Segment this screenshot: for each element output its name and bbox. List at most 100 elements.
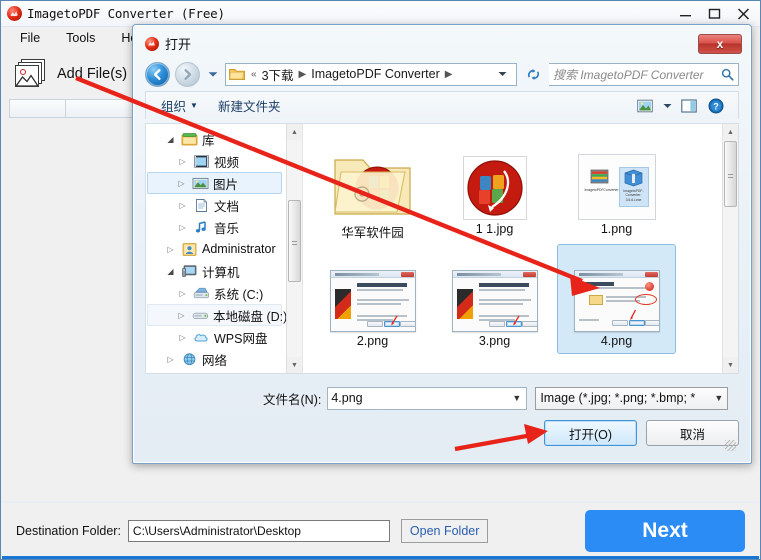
tree-item-system-c[interactable]: ▷ 系统 (C:) bbox=[148, 282, 284, 304]
close-icon[interactable] bbox=[729, 3, 758, 25]
file-grid: 华军软件园 1 1.jpg ImagetoPDFConverter.rar Im… bbox=[303, 124, 722, 373]
back-arrow-icon[interactable] bbox=[145, 61, 170, 87]
file-item-3png[interactable]: 3.png bbox=[435, 244, 554, 354]
add-image-icon bbox=[15, 59, 48, 89]
tree-item-label: 库 bbox=[202, 133, 215, 148]
tree-item-label: 文档 bbox=[214, 199, 240, 214]
tree-item-music[interactable]: ▷ 音乐 bbox=[148, 216, 284, 238]
maximize-icon[interactable] bbox=[700, 3, 729, 25]
scroll-down-icon[interactable]: ▼ bbox=[287, 357, 302, 373]
filename-input[interactable]: 4.png ▼ bbox=[327, 386, 528, 410]
expander-icon[interactable]: ◢ bbox=[164, 267, 177, 276]
tree-item-label: 计算机 bbox=[202, 265, 240, 280]
tree-scrollbar[interactable]: ▲ ▼ bbox=[286, 124, 302, 373]
file-item-4png[interactable]: 4.png bbox=[557, 244, 676, 354]
file-item-row3-1[interactable] bbox=[313, 356, 432, 373]
screenshot-thumbnail: ImagetoPDFConverter.rar ImagetoPDF-Conve… bbox=[577, 154, 656, 220]
tree-item-videos[interactable]: ▷ 视频 bbox=[148, 150, 284, 172]
tree-scrollbar-thumb[interactable] bbox=[288, 200, 301, 282]
next-button[interactable]: Next bbox=[585, 509, 745, 552]
dialog-close-button[interactable]: x bbox=[698, 33, 742, 54]
tree-item-label: 网络 bbox=[202, 353, 228, 368]
scroll-down-icon[interactable]: ▼ bbox=[723, 357, 738, 373]
expander-icon[interactable]: ▷ bbox=[164, 245, 177, 254]
file-item-row3-3[interactable] bbox=[557, 356, 676, 373]
add-files-button[interactable]: Add File(s) bbox=[15, 59, 127, 89]
app-bottom-bar: Destination Folder: C:\Users\Administrat… bbox=[2, 501, 759, 558]
refresh-icon[interactable] bbox=[522, 63, 544, 86]
file-item-2png[interactable]: 2.png bbox=[313, 244, 432, 354]
organize-button[interactable]: 组织 ▼ bbox=[152, 93, 207, 118]
tree-item-label: Administrator bbox=[202, 242, 276, 256]
file-type-filter-combo[interactable]: Image (*.jpg; *.png; *.bmp; * ▼ bbox=[535, 386, 729, 410]
navigation-tree[interactable]: ◢ 库 ▷ 视频 ▷ 图片 ▷ 文档 ▷ 音乐 ▷ Administrator … bbox=[146, 124, 303, 373]
help-icon[interactable]: ? bbox=[704, 95, 728, 116]
file-item-1png[interactable]: ImagetoPDFConverter.rar ImagetoPDF-Conve… bbox=[557, 132, 676, 242]
expander-icon[interactable]: ▷ bbox=[176, 223, 189, 232]
file-label: 2.png bbox=[356, 334, 389, 348]
folder-icon bbox=[229, 67, 245, 81]
expander-icon[interactable]: ◢ bbox=[164, 135, 177, 144]
scroll-up-icon[interactable]: ▲ bbox=[287, 124, 302, 140]
new-folder-button[interactable]: 新建文件夹 bbox=[209, 93, 290, 118]
expander-icon[interactable]: ▷ bbox=[176, 157, 189, 166]
search-input[interactable]: 搜索 ImagetoPDF Converter bbox=[553, 66, 721, 83]
tree-item-network[interactable]: ▷ 网络 bbox=[148, 348, 284, 370]
expander-icon[interactable]: ▷ bbox=[176, 333, 189, 342]
chevron-down-icon[interactable] bbox=[205, 63, 220, 85]
forward-arrow-icon[interactable] bbox=[175, 61, 200, 87]
expander-icon[interactable]: ▷ bbox=[175, 179, 188, 188]
open-button[interactable]: 打开(O) bbox=[544, 420, 637, 446]
destination-folder-input[interactable]: C:\Users\Administrator\Desktop bbox=[127, 519, 390, 542]
tree-item-documents[interactable]: ▷ 文档 bbox=[148, 194, 284, 216]
resize-grip[interactable] bbox=[725, 440, 736, 451]
tree-item-label: 视频 bbox=[214, 155, 240, 170]
filename-label: 文件名(N): bbox=[263, 392, 322, 407]
tree-item-administrator[interactable]: ▷ Administrator bbox=[148, 238, 284, 260]
expander-icon[interactable]: ▷ bbox=[176, 201, 189, 210]
tree-item-libraries[interactable]: ◢ 库 bbox=[148, 128, 284, 150]
scroll-up-icon[interactable]: ▲ bbox=[723, 124, 738, 140]
tree-item-wps-cloud[interactable]: ▷ WPS网盘 bbox=[148, 326, 284, 348]
chevron-down-icon[interactable]: ▼ bbox=[512, 393, 523, 403]
tree-item-local-disk-d[interactable]: ▷ 本地磁盘 (D:) bbox=[147, 304, 287, 326]
chevron-down-icon[interactable] bbox=[660, 95, 674, 116]
breadcrumb-separator-end[interactable]: ▶ bbox=[442, 69, 456, 80]
menu-item-file[interactable]: File bbox=[9, 28, 51, 48]
chevron-down-icon[interactable]: ▼ bbox=[711, 393, 723, 403]
open-file-dialog: 打开 x « 3下载 ▶ ImagetoPDF Converter ▶ 搜索 I… bbox=[132, 24, 752, 464]
preview-pane-icon[interactable] bbox=[677, 95, 701, 116]
column-header-1[interactable] bbox=[10, 100, 66, 117]
breadcrumb-item-downloads[interactable]: 3下载 bbox=[260, 65, 296, 84]
destination-folder-label: Destination Folder: bbox=[16, 523, 121, 538]
chevron-down-icon[interactable] bbox=[491, 69, 514, 79]
menu-item-tools[interactable]: Tools bbox=[55, 28, 106, 48]
mini-file-caption: ImagetoPDF-Converter-3.5.6.Lexe bbox=[623, 189, 644, 202]
expander-icon[interactable]: ▷ bbox=[175, 311, 188, 320]
expander-icon[interactable]: ▷ bbox=[176, 289, 189, 298]
expander-icon[interactable]: ▷ bbox=[164, 355, 177, 364]
minimize-icon[interactable] bbox=[671, 3, 700, 25]
file-row: 华军软件园 1 1.jpg ImagetoPDFConverter.rar Im… bbox=[313, 132, 722, 244]
file-grid-scrollbar-thumb[interactable] bbox=[724, 141, 737, 207]
view-mode-icon[interactable] bbox=[633, 95, 657, 116]
address-bar[interactable]: « 3下载 ▶ ImagetoPDF Converter ▶ bbox=[225, 62, 517, 86]
breadcrumb-overflow[interactable]: « bbox=[248, 69, 260, 80]
file-grid-pane[interactable]: 华军软件园 1 1.jpg ImagetoPDFConverter.rar Im… bbox=[303, 124, 738, 373]
tree-item-computer[interactable]: ◢ 计算机 bbox=[148, 260, 284, 282]
add-files-label: Add File(s) bbox=[57, 66, 128, 82]
screenshot-thumbnail bbox=[451, 270, 538, 332]
folder-icon bbox=[331, 150, 415, 220]
tree-item-pictures[interactable]: ▷ 图片 bbox=[147, 172, 282, 194]
file-row: 2.png 3.png 4.png bbox=[313, 244, 722, 356]
open-folder-button[interactable]: Open Folder bbox=[400, 518, 489, 543]
dialog-footer: 文件名(N): 4.png ▼ Image (*.jpg; *.png; *.b… bbox=[145, 377, 739, 453]
file-item-jpg[interactable]: 1 1.jpg bbox=[435, 132, 554, 242]
file-grid-scrollbar[interactable]: ▲ ▼ bbox=[722, 124, 738, 373]
breadcrumb-item-current[interactable]: ImagetoPDF Converter bbox=[309, 67, 442, 81]
file-label: 4.png bbox=[600, 334, 633, 348]
search-box[interactable]: 搜索 ImagetoPDF Converter bbox=[549, 62, 739, 86]
file-item-row3-2[interactable] bbox=[435, 356, 554, 373]
command-bar-right-group: ? bbox=[633, 95, 732, 116]
file-item-folder[interactable]: 华军软件园 bbox=[313, 132, 432, 242]
